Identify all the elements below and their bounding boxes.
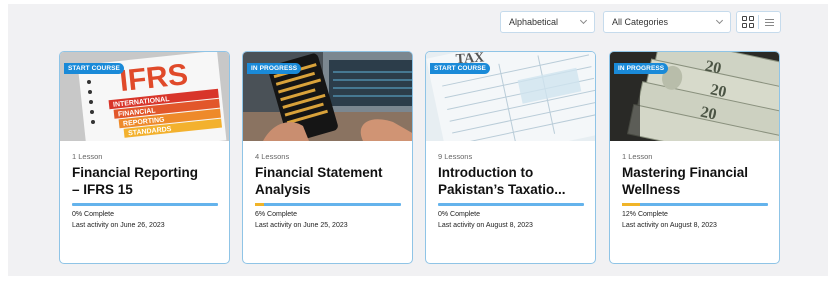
progress-bar [72, 203, 218, 206]
chevron-down-icon [715, 16, 724, 25]
lesson-count: 1 Lesson [622, 152, 653, 161]
course-title[interactable]: Financial Statement Analysis [255, 164, 407, 198]
course-card[interactable]: TAX START COURSE 9 Lessons Introduction … [425, 51, 596, 264]
sort-select[interactable]: Alphabetical [500, 11, 595, 33]
progress-fill [255, 203, 264, 206]
status-badge: IN PROGRESS [614, 63, 669, 74]
status-badge: START COURSE [430, 63, 490, 74]
last-activity: Last activity on August 8, 2023 [622, 222, 717, 229]
last-activity: Last activity on August 8, 2023 [438, 222, 533, 229]
progress-bar [255, 203, 401, 206]
grid-view-button[interactable] [737, 12, 758, 32]
course-title[interactable]: Mastering Financial Wellness [622, 164, 774, 198]
list-icon [764, 18, 774, 26]
list-view-button[interactable] [759, 12, 780, 32]
status-badge: IN PROGRESS [247, 63, 302, 74]
progress-text: 6% Complete [255, 211, 298, 218]
category-select[interactable]: All Categories [603, 11, 731, 33]
course-thumbnail: TAX START COURSE [426, 52, 595, 141]
course-thumbnail: IN PROGRESS [243, 52, 412, 141]
course-card[interactable]: IN PROGRESS 4 Lessons Financial Statemen… [242, 51, 413, 264]
filter-toolbar: Alphabetical All Categories [500, 11, 731, 33]
last-activity: Last activity on June 26, 2023 [72, 222, 165, 229]
view-toggle [736, 11, 781, 33]
course-title[interactable]: Introduction to Pakistan’s Taxatio... [438, 164, 590, 198]
lesson-count: 1 Lesson [72, 152, 103, 161]
course-thumbnail: 20 20 20 IN PROGRESS [610, 52, 779, 141]
course-card[interactable]: IFRS INTERNATIONAL FINANCIAL REPORTING S… [59, 51, 230, 264]
lesson-count: 4 Lessons [255, 152, 290, 161]
sort-select-value: Alphabetical [509, 17, 559, 27]
progress-text: 0% Complete [72, 211, 115, 218]
category-select-value: All Categories [612, 17, 669, 27]
course-title[interactable]: Financial Reporting – IFRS 15 [72, 164, 224, 198]
progress-bar [622, 203, 768, 206]
grid-icon [741, 16, 754, 28]
lesson-count: 9 Lessons [438, 152, 473, 161]
progress-text: 12% Complete [622, 211, 668, 218]
status-badge: START COURSE [64, 63, 124, 74]
course-card[interactable]: 20 20 20 IN PROGRESS 1 Lesson Mastering … [609, 51, 780, 264]
progress-bar [438, 203, 584, 206]
progress-text: 0% Complete [438, 211, 481, 218]
progress-fill [622, 203, 640, 206]
last-activity: Last activity on June 25, 2023 [255, 222, 348, 229]
course-thumbnail: IFRS INTERNATIONAL FINANCIAL REPORTING S… [60, 52, 229, 141]
chevron-down-icon [579, 16, 588, 25]
